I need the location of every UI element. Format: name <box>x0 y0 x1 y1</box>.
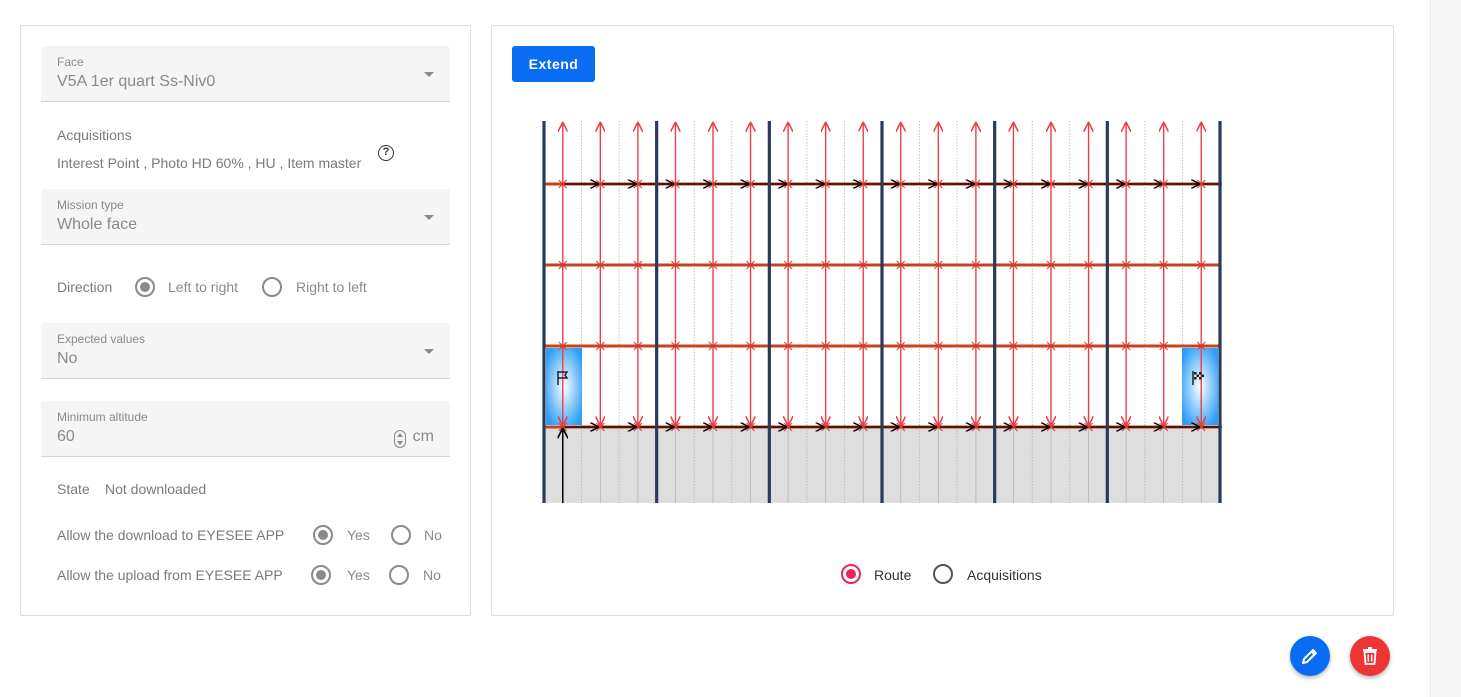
checkered-flag-square <box>1194 372 1197 375</box>
state-label: State <box>57 481 90 497</box>
extend-button[interactable]: Extend <box>512 46 595 82</box>
checkered-flag-square <box>1194 377 1197 380</box>
checkered-flag-square <box>1199 377 1202 380</box>
allow-upload-no-label: No <box>423 567 441 583</box>
allow-upload-label: Allow the upload from EYESEE APP <box>57 567 283 583</box>
help-circle-icon[interactable]: ? <box>378 145 394 161</box>
checkered-flag-square <box>1196 374 1199 377</box>
rack-route-map[interactable] <box>542 121 1222 506</box>
allow-download-yes-label: Yes <box>347 527 370 543</box>
acquisitions-value: Interest Point , Photo HD 60% , HU , Ite… <box>57 155 362 171</box>
allow-upload-yes-label: Yes <box>347 567 370 583</box>
mission-type-label: Mission type <box>57 198 124 212</box>
allow-upload-yes-radio[interactable] <box>311 565 331 585</box>
chevron-down-icon <box>424 349 434 354</box>
mission-details-panel: Face V5A 1er quart Ss-Niv0 Acquisitions … <box>20 25 471 616</box>
start-zone <box>546 348 582 425</box>
allow-download-label: Allow the download to EYESEE APP <box>57 527 285 543</box>
allow-upload-no-radio[interactable] <box>389 565 409 585</box>
chevron-down-icon <box>424 72 434 77</box>
allow-download-no-label: No <box>424 527 442 543</box>
checkered-flag-square <box>1199 372 1202 375</box>
acquisitions-label: Acquisitions <box>57 127 132 143</box>
direction-right-to-left-label: Right to left <box>296 279 367 295</box>
route-preview-panel: Extend Route Acquisitions <box>491 25 1394 616</box>
expected-values-value: No <box>57 350 78 367</box>
allow-download-no-radio[interactable] <box>391 525 411 545</box>
minimum-altitude-label: Minimum altitude <box>57 410 148 424</box>
chevron-down-icon <box>424 215 434 220</box>
expected-values-label: Expected values <box>57 332 146 346</box>
minimum-altitude-value[interactable]: 60 <box>57 428 75 446</box>
allow-download-yes-radio[interactable] <box>313 525 333 545</box>
face-label: Face <box>57 55 84 69</box>
trash-icon <box>1363 647 1377 665</box>
checkered-flag-square <box>1201 374 1204 377</box>
altitude-unit: cm <box>412 428 434 445</box>
direction-label: Direction <box>57 279 113 295</box>
altitude-stepper[interactable] <box>394 430 406 448</box>
scrollbar-track[interactable] <box>1430 0 1461 697</box>
view-acquisitions-label: Acquisitions <box>967 567 1042 583</box>
mission-type-value: Whole face <box>57 216 138 233</box>
delete-button[interactable] <box>1350 636 1390 676</box>
finish-zone <box>1182 348 1218 425</box>
pencil-icon <box>1302 649 1317 664</box>
expected-values-select[interactable]: Expected values No <box>41 323 450 379</box>
state-value: Not downloaded <box>105 481 207 497</box>
mission-type-select[interactable]: Mission type Whole face <box>41 189 450 245</box>
direction-left-to-right-label: Left to right <box>168 279 239 295</box>
face-select[interactable]: Face V5A 1er quart Ss-Niv0 <box>41 46 450 102</box>
view-acquisitions-radio[interactable] <box>933 564 953 584</box>
direction-left-to-right-radio[interactable] <box>135 277 155 297</box>
minimum-altitude-field[interactable]: Minimum altitude 60 cm <box>41 401 450 457</box>
edit-button[interactable] <box>1290 636 1330 676</box>
view-route-radio[interactable] <box>841 564 861 584</box>
view-route-label: Route <box>874 567 912 583</box>
face-value: V5A 1er quart Ss-Niv0 <box>57 73 216 90</box>
direction-right-to-left-radio[interactable] <box>262 277 282 297</box>
